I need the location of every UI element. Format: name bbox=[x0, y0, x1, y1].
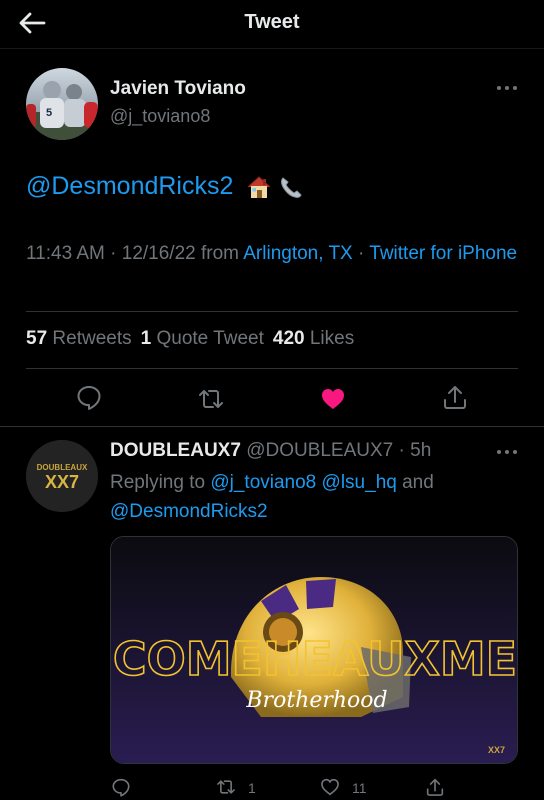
svg-text:DOUBLEAUX: DOUBLEAUX bbox=[37, 463, 88, 472]
mention-link[interactable]: @DesmondRicks2 bbox=[26, 172, 233, 201]
phone-emoji-icon bbox=[277, 173, 305, 201]
source-link[interactable]: Twitter for iPhone bbox=[369, 243, 517, 264]
house-emoji-icon bbox=[245, 173, 273, 201]
media-script: Brotherhood bbox=[245, 688, 387, 713]
reply-share-action[interactable] bbox=[424, 776, 446, 800]
retweets-stat[interactable]: 57 Retweets bbox=[26, 328, 132, 349]
section-divider bbox=[0, 426, 544, 427]
reply-header: DOUBLEAUX7 @DOUBLEAUX7 · 5h bbox=[110, 440, 431, 462]
page-title: Tweet bbox=[244, 11, 300, 33]
divider bbox=[26, 368, 518, 369]
reply-media-image[interactable]: COMEHEAUXME Brotherhood XX7 bbox=[110, 536, 518, 764]
tweet-stats: 57 Retweets 1 Quote Tweet 420 Likes bbox=[26, 328, 354, 350]
reply-author-avatar[interactable]: DOUBLEAUX XX7 bbox=[26, 440, 98, 512]
retweet-icon[interactable] bbox=[196, 384, 226, 414]
like-count: 11 bbox=[352, 780, 367, 796]
reply-like-action[interactable]: 11 bbox=[318, 776, 367, 800]
author-handle[interactable]: @j_toviano8 bbox=[110, 106, 210, 127]
author-name[interactable]: Javien Toviano bbox=[110, 78, 246, 100]
and-label: and bbox=[396, 472, 434, 493]
quotes-stat[interactable]: 1 Quote Tweet bbox=[141, 328, 264, 349]
mention-link[interactable]: @lsu_hq bbox=[322, 472, 397, 493]
retweet-count: 1 bbox=[248, 780, 256, 796]
heart-outline-icon[interactable] bbox=[318, 776, 342, 800]
mention-link[interactable]: @j_toviano8 bbox=[210, 472, 316, 493]
reply-time[interactable]: 5h bbox=[410, 440, 431, 461]
reply-icon[interactable] bbox=[74, 382, 104, 412]
reply-reply-action[interactable] bbox=[110, 776, 132, 800]
tweet-time[interactable]: 11:43 AM bbox=[26, 243, 105, 264]
reply-icon[interactable] bbox=[110, 776, 132, 800]
likes-stat[interactable]: 420 Likes bbox=[273, 328, 354, 349]
retweet-icon[interactable] bbox=[214, 776, 238, 800]
share-icon[interactable] bbox=[440, 382, 470, 412]
share-icon[interactable] bbox=[424, 776, 446, 800]
tweet-text: @DesmondRicks2 bbox=[26, 172, 305, 201]
location-link[interactable]: Arlington, TX bbox=[243, 243, 352, 264]
more-icon[interactable] bbox=[494, 80, 520, 96]
media-headline: COMEHEAUXME bbox=[113, 632, 517, 686]
tweet-date[interactable]: 12/16/22 bbox=[122, 243, 196, 264]
divider bbox=[26, 311, 518, 312]
tweet-meta: 11:43 AM · 12/16/22 from Arlington, TX ·… bbox=[26, 240, 520, 268]
replying-prefix: Replying to bbox=[110, 472, 211, 493]
author-avatar[interactable]: 5 bbox=[26, 68, 98, 140]
meta-separator-2: · bbox=[352, 243, 370, 264]
reply-retweet-action[interactable]: 1 bbox=[214, 776, 256, 800]
replying-to: Replying to @j_toviano8 @lsu_hq and @Des… bbox=[110, 468, 510, 526]
from-label: from bbox=[195, 243, 244, 264]
header-divider bbox=[0, 48, 544, 49]
media-badge: XX7 bbox=[488, 745, 505, 755]
more-icon[interactable] bbox=[494, 444, 520, 460]
meta-separator: · bbox=[104, 243, 122, 264]
reply-separator: · bbox=[393, 440, 411, 461]
reply-author-handle[interactable]: @DOUBLEAUX7 bbox=[246, 440, 393, 461]
top-bar: Tweet bbox=[0, 0, 544, 48]
svg-text:5: 5 bbox=[46, 107, 52, 119]
reply-author-name[interactable]: DOUBLEAUX7 bbox=[110, 440, 241, 461]
mention-link[interactable]: @DesmondRicks2 bbox=[110, 501, 268, 522]
heart-icon[interactable] bbox=[318, 384, 348, 414]
svg-text:XX7: XX7 bbox=[45, 472, 79, 492]
